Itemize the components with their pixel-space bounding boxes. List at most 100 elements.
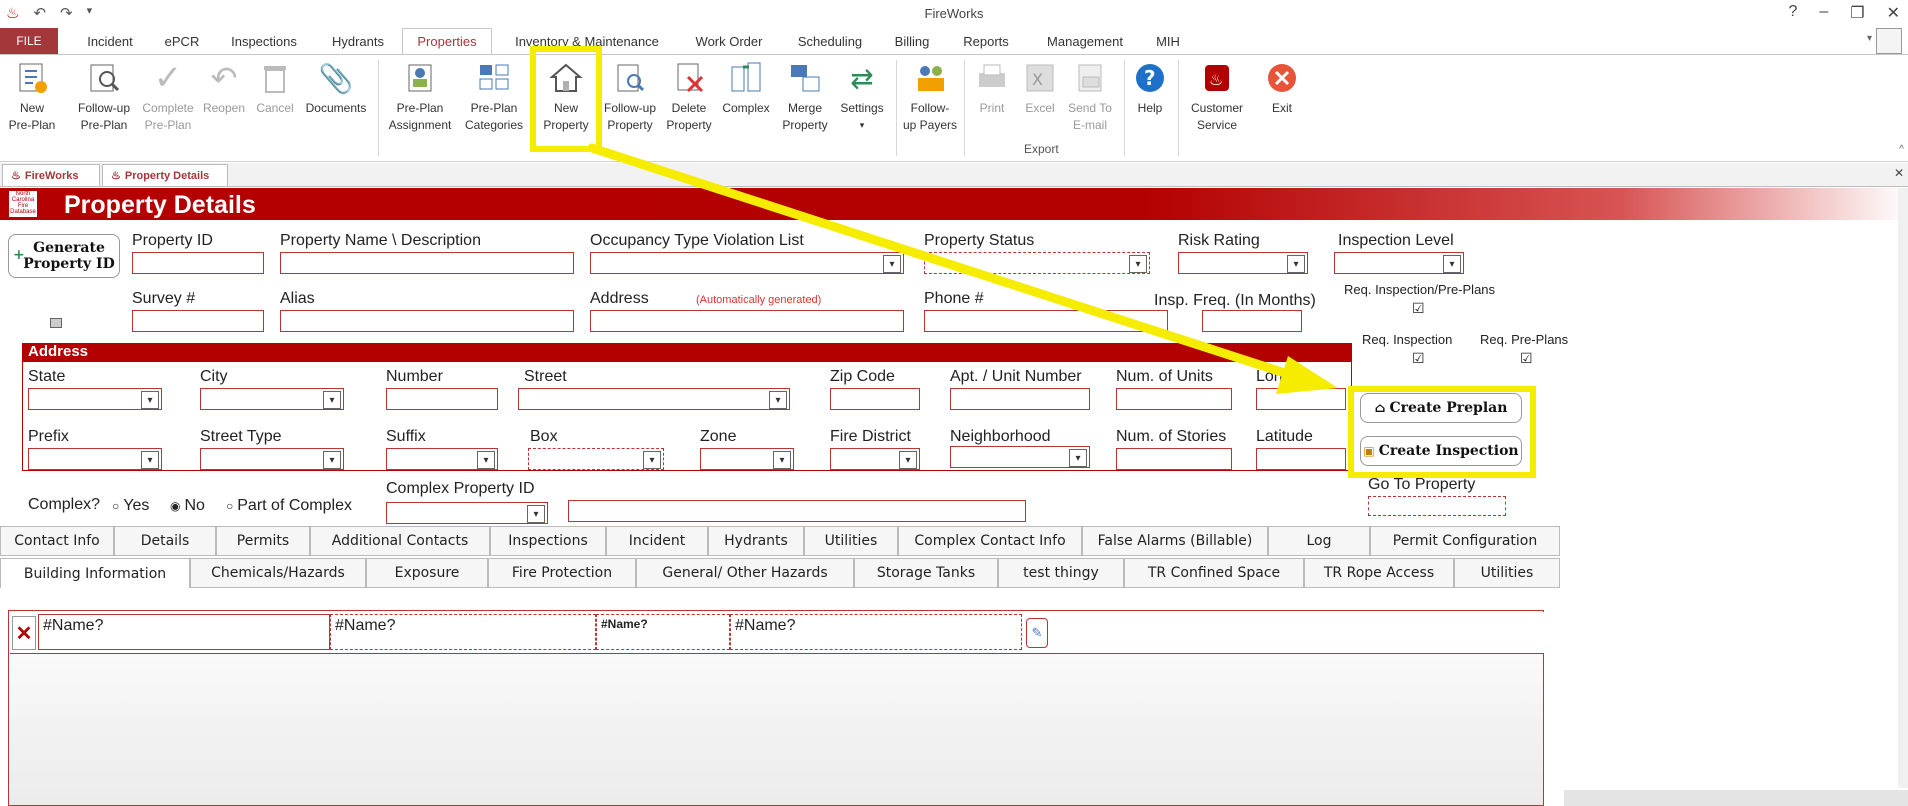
tab-fire-protection[interactable]: Fire Protection bbox=[488, 558, 636, 588]
tab-billing[interactable]: Billing bbox=[880, 28, 944, 54]
req-preplans-checkbox[interactable]: ☑ bbox=[1520, 350, 1533, 367]
send-email-button[interactable]: Send To E-mail bbox=[1064, 60, 1116, 144]
neighborhood-select[interactable]: ▾ bbox=[950, 446, 1090, 468]
tab-permit-configuration[interactable]: Permit Configuration bbox=[1370, 526, 1560, 556]
tab-utilities-sub[interactable]: Utilities bbox=[1454, 558, 1560, 588]
tab-hydrants[interactable]: Hydrants bbox=[314, 28, 402, 54]
preplan-categories-button[interactable]: Pre-Plan Categories bbox=[458, 60, 530, 144]
help-icon[interactable]: ? bbox=[1788, 3, 1797, 23]
suffix-select[interactable]: ▾ bbox=[386, 448, 498, 470]
state-select[interactable]: ▾ bbox=[28, 388, 162, 410]
print-button[interactable]: Print bbox=[968, 60, 1016, 144]
tab-general-other-hazards[interactable]: General/ Other Hazards bbox=[636, 558, 854, 588]
complex-part-radio[interactable]: ○ Part of Complex bbox=[226, 497, 352, 515]
num-units-input[interactable] bbox=[1116, 388, 1232, 410]
longitude-input[interactable] bbox=[1256, 388, 1346, 410]
restore-icon[interactable]: ❐ bbox=[1850, 3, 1864, 23]
tab-contact-info[interactable]: Contact Info bbox=[0, 526, 114, 556]
complex-yes-radio[interactable]: ○ Yes bbox=[112, 497, 149, 515]
documents-button[interactable]: 📎 Documents bbox=[300, 60, 372, 144]
occupancy-type-select[interactable]: ▾ bbox=[590, 252, 904, 274]
survey-input[interactable] bbox=[132, 310, 264, 332]
help-button[interactable]: ? Help bbox=[1128, 60, 1172, 144]
tab-epcr[interactable]: ePCR bbox=[150, 28, 214, 54]
latitude-input[interactable] bbox=[1256, 448, 1346, 470]
followup-preplan-button[interactable]: Follow-up Pre-Plan bbox=[70, 60, 138, 144]
reopen-button[interactable]: ↶ Reopen bbox=[198, 60, 250, 144]
tab-properties[interactable]: Properties bbox=[402, 28, 492, 54]
property-name-input[interactable] bbox=[280, 252, 574, 274]
tab-tr-confined-space[interactable]: TR Confined Space bbox=[1124, 558, 1304, 588]
followup-payers-button[interactable]: Follow- up Payers bbox=[900, 60, 960, 144]
prefix-select[interactable]: ▾ bbox=[28, 448, 162, 470]
city-select[interactable]: ▾ bbox=[200, 388, 344, 410]
edit-pencil-icon[interactable]: ✎ bbox=[1026, 618, 1048, 648]
tab-utilities[interactable]: Utilities bbox=[804, 526, 898, 556]
phone-input[interactable] bbox=[924, 310, 1168, 332]
apt-input[interactable] bbox=[950, 388, 1090, 410]
fire-district-select[interactable]: ▾ bbox=[830, 448, 920, 470]
delete-property-button[interactable]: Delete Property bbox=[662, 60, 716, 144]
risk-rating-select[interactable]: ▾ bbox=[1178, 252, 1308, 274]
preplan-assignment-button[interactable]: Pre-Plan Assignment bbox=[384, 60, 456, 144]
exit-button[interactable]: Exit bbox=[1256, 60, 1308, 144]
complex-property-id-select[interactable]: ▾ bbox=[386, 502, 548, 524]
tab-inspections-sub[interactable]: Inspections bbox=[490, 526, 606, 556]
tab-inspections[interactable]: Inspections bbox=[214, 28, 314, 54]
complete-preplan-button[interactable]: ✓ Complete Pre-Plan bbox=[138, 60, 198, 144]
cancel-button[interactable]: Cancel bbox=[250, 60, 300, 144]
number-input[interactable] bbox=[386, 388, 498, 410]
followup-property-button[interactable]: Follow-up Property bbox=[598, 60, 662, 144]
tab-details[interactable]: Details bbox=[114, 526, 216, 556]
tab-permits[interactable]: Permits bbox=[216, 526, 310, 556]
tab-reports[interactable]: Reports bbox=[954, 28, 1018, 54]
tab-additional-contacts[interactable]: Additional Contacts bbox=[310, 526, 490, 556]
tab-incident-sub[interactable]: Incident bbox=[606, 526, 708, 556]
insp-freq-input[interactable] bbox=[1202, 310, 1302, 332]
horizontal-scrollbar[interactable] bbox=[1564, 790, 1908, 806]
create-preplan-button[interactable]: ⌂ Create Preplan bbox=[1360, 393, 1522, 423]
tab-scheduling[interactable]: Scheduling bbox=[780, 28, 880, 54]
complex-no-radio[interactable]: ◉ No bbox=[170, 497, 205, 515]
tab-work-order[interactable]: Work Order bbox=[680, 28, 778, 54]
subform-cell[interactable]: #Name? bbox=[38, 614, 330, 650]
merge-property-button[interactable]: Merge Property bbox=[776, 60, 834, 144]
subform-cell[interactable]: #Name? bbox=[330, 614, 596, 650]
customer-service-button[interactable]: ♨ Customer Service bbox=[1182, 60, 1252, 144]
tab-false-alarms[interactable]: False Alarms (Billable) bbox=[1082, 526, 1268, 556]
excel-button[interactable]: X Excel bbox=[1016, 60, 1064, 144]
vertical-scrollbar[interactable] bbox=[1898, 188, 1908, 788]
complex-button[interactable]: Complex bbox=[716, 60, 776, 144]
doctab-fireworks[interactable]: ♨ FireWorks bbox=[2, 164, 100, 186]
street-select[interactable]: ▾ bbox=[518, 388, 790, 410]
tab-management[interactable]: Management bbox=[1030, 28, 1140, 54]
new-preplan-button[interactable]: New Pre-Plan bbox=[2, 60, 62, 144]
property-id-input[interactable] bbox=[132, 252, 264, 274]
tab-chemicals-hazards[interactable]: Chemicals/Hazards bbox=[190, 558, 366, 588]
req-inspection-checkbox[interactable]: ☑ bbox=[1412, 350, 1425, 367]
settings-button[interactable]: ⇄ Settings ▾ bbox=[834, 60, 890, 144]
go-to-property-input[interactable] bbox=[1368, 496, 1506, 516]
close-document-icon[interactable]: ✕ bbox=[1894, 166, 1904, 180]
ribbon-collapse-caret-icon[interactable]: ^ bbox=[1899, 144, 1904, 155]
tab-tr-rope-access[interactable]: TR Rope Access bbox=[1304, 558, 1454, 588]
doctab-property-details[interactable]: ♨ Property Details bbox=[102, 164, 228, 186]
num-stories-input[interactable] bbox=[1116, 448, 1232, 470]
box-select[interactable]: ▾ bbox=[528, 448, 664, 470]
file-tab[interactable]: FILE bbox=[0, 28, 58, 54]
street-type-select[interactable]: ▾ bbox=[200, 448, 344, 470]
tab-complex-contact-info[interactable]: Complex Contact Info bbox=[898, 526, 1082, 556]
tab-test-thingy[interactable]: test thingy bbox=[998, 558, 1124, 588]
tab-building-information[interactable]: Building Information bbox=[0, 558, 190, 588]
subform-cell[interactable]: #Name? bbox=[596, 614, 730, 650]
record-indicator[interactable] bbox=[50, 318, 62, 328]
tab-incident[interactable]: Incident bbox=[70, 28, 150, 54]
generate-property-id-button[interactable]: + Generate Property ID bbox=[8, 234, 120, 278]
inspection-level-select[interactable]: ▾ bbox=[1334, 252, 1464, 274]
alias-input[interactable] bbox=[280, 310, 574, 332]
tab-exposure[interactable]: Exposure bbox=[366, 558, 488, 588]
minimize-icon[interactable]: – bbox=[1819, 3, 1828, 23]
tab-log[interactable]: Log bbox=[1268, 526, 1370, 556]
zone-select[interactable]: ▾ bbox=[700, 448, 794, 470]
close-icon[interactable]: ✕ bbox=[1887, 3, 1900, 23]
